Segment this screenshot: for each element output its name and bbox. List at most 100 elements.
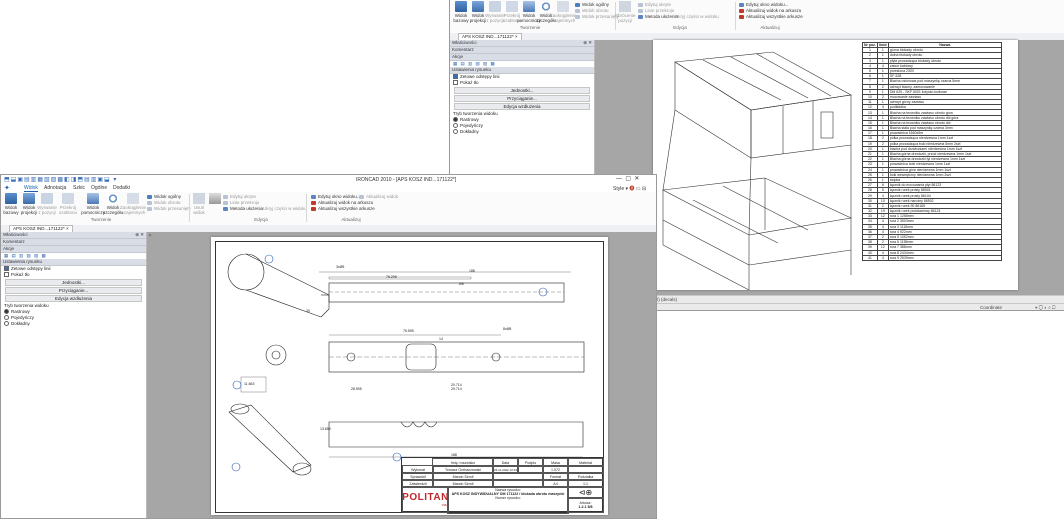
ribbon-button-widok-projekcji[interactable]: Widok projekcji <box>470 1 486 23</box>
style-selector[interactable]: Style ▾ ⓿ ▭ ⊟ <box>613 185 646 192</box>
linie-przekroju-option[interactable]: Linie przekroju <box>638 8 674 13</box>
detail-view-icon <box>107 193 119 204</box>
jednostki-button[interactable]: Jednostki... <box>5 279 142 286</box>
coordinate-label: Coordinate <box>980 305 1003 310</box>
metoda-ulozenia-option[interactable]: Metoda ułożenia <box>223 206 263 211</box>
ribbon-group-edycja: Edycja <box>254 217 268 222</box>
aktualizuj-widok-option[interactable]: Aktualizuj widok na arkuszu <box>739 8 801 13</box>
break-view-icon <box>41 193 53 204</box>
aktualizuj-widok-small[interactable]: Aktualizuj widok <box>359 194 398 199</box>
detail-view-icon <box>540 1 552 12</box>
metoda-ulozenia-option[interactable]: Metoda ułożenia <box>638 14 678 19</box>
ribbon-separator <box>735 2 736 30</box>
ribbon-button-obrocenie[interactable]: Usuń widok <box>192 193 206 215</box>
ukryj-czesci-option[interactable]: Ukryj części w widoku <box>675 14 719 19</box>
aktualizuj-wszystkie-option[interactable]: Aktualizuj wszystkie arkusze <box>311 206 375 211</box>
edytuj-okno-widoku-option[interactable]: Edytuj okno widoku... <box>311 194 361 199</box>
widok-ogolny-option[interactable]: Widok ogólny <box>575 2 609 7</box>
radio-dokladny[interactable]: Dokładny <box>1 321 146 327</box>
panel-pin-icon[interactable]: ⊕ ✕ <box>583 40 592 46</box>
checkbox-icon <box>453 74 458 80</box>
canvas-collapse-icon[interactable]: ^ <box>149 234 151 240</box>
dim-label: 8xØ5 <box>503 327 512 331</box>
tab-szkic[interactable]: Szkic <box>73 185 85 191</box>
window-controls[interactable]: — ▢ ✕ <box>616 175 639 182</box>
ribbon-button-przekroj[interactable]: Przekrój szablonu <box>59 193 77 215</box>
edycja-button[interactable]: Edycja wzdłużenia <box>5 295 142 302</box>
ribbon-group-aktualizuj: Aktualizuj <box>760 25 780 30</box>
update-view-icon <box>739 8 744 13</box>
dim-label: 13.659 <box>320 427 331 431</box>
document-tab[interactable]: APS KOSZ IND...171122* × <box>9 225 73 232</box>
aktualizuj-wszystkie-option[interactable]: Aktualizuj wszystkie arkusze <box>739 14 803 19</box>
widok-przesuniety-option[interactable]: Widok przesunięty <box>575 14 619 19</box>
radio-dokladny[interactable]: Dokładny <box>450 129 594 135</box>
close-icon[interactable]: × <box>515 34 518 39</box>
rotate-view-icon <box>147 200 152 205</box>
projection-view-icon <box>472 1 484 12</box>
tab-widok[interactable]: Widok <box>24 185 38 192</box>
ribbon-separator <box>189 194 190 222</box>
panel-section-ustawienia[interactable]: Ustawienia rysunku <box>1 259 146 266</box>
tab-adnotacja[interactable]: Adnotacja <box>44 185 66 191</box>
widok-przesuniety-option[interactable]: Widok przesunięty <box>147 206 191 211</box>
panel-section-akcje[interactable]: Akcje <box>1 246 146 253</box>
ribbon-button-przesun[interactable] <box>209 193 221 205</box>
linie-przekroju-option[interactable]: Linie przekroju <box>223 200 259 205</box>
ribbon-button-widok-szczegolu[interactable]: Widok szczegółu <box>103 193 123 215</box>
ribbon-button-wyrwanie[interactable]: Wyrwanie z pozycji <box>37 193 57 215</box>
tab-ogolne[interactable]: Ogólne <box>91 185 107 191</box>
panel-section-ustawienia[interactable]: Ustawienia rysunku <box>450 67 594 74</box>
aktualizuj-widok-option[interactable]: Aktualizuj widok na arkuszu <box>311 200 373 205</box>
panel-pin-icon[interactable]: ⊕ ✕ <box>135 232 144 238</box>
edycja-button[interactable]: Edycja wzdłużenia <box>454 103 590 110</box>
part-qty: 4 <box>876 254 889 261</box>
round-view-icon <box>557 1 569 12</box>
ribbon-button-widok-pomocniczy[interactable]: Widok pomocniczy <box>517 1 541 23</box>
edit-window-icon <box>311 194 316 199</box>
quick-access-toolbar[interactable]: ⬒⬓▣▤▥▦▧▨▩◧◨⬒▤▥▣⬓ ▾ <box>4 176 117 183</box>
dim-label: 11.663 <box>244 382 255 386</box>
ribbon-group-tworzenie: Tworzenie <box>90 217 112 222</box>
widok-obrotu-option[interactable]: Widok obrotu <box>575 8 609 13</box>
close-icon[interactable]: × <box>66 226 69 231</box>
window-title: IRONCAD 2010 - [APS KOSZ IND...171122*] <box>356 177 457 183</box>
document-tab[interactable]: APS KOSZ IND...171122* × <box>458 33 522 40</box>
panel-section-komentarz[interactable]: Komentarz <box>450 47 594 54</box>
przyciaganie-button[interactable]: Przyciąganie... <box>454 95 590 102</box>
ribbon-button-widok-projekcji[interactable]: Widok projekcji <box>21 193 37 215</box>
edytuj-okno-widoku-option[interactable]: Edytuj okno widoku... <box>739 2 789 7</box>
radio-icon <box>4 309 9 315</box>
ukryj-czesci-option[interactable]: Ukryj części w widoku <box>263 206 307 211</box>
tab-dodatki[interactable]: Dodatki <box>113 185 130 191</box>
panel-title: Właściwości ⊕ ✕ <box>1 232 146 239</box>
ribbon-button-obrocenie[interactable]: Obrócenie pozycji <box>615 1 635 23</box>
ribbon-button-widok-bazowy[interactable]: Widok bazowy <box>453 1 469 23</box>
checkbox-tlo[interactable]: Pokaż tło <box>450 80 594 86</box>
widok-obrotu-option[interactable]: Widok obrotu <box>147 200 181 205</box>
edit-hidden-icon <box>223 194 228 199</box>
widok-ogolny-option[interactable]: Widok ogólny <box>147 194 181 199</box>
dim-label: 3xØ5 <box>336 265 345 269</box>
view-tools[interactable]: ⌖ ◯ ◐ ⌕ ▢ <box>1035 304 1055 310</box>
panel-section-komentarz[interactable]: Komentarz <box>1 239 146 246</box>
ribbon-button-wyrwanie[interactable]: Wyrwanie z pozycji <box>485 1 505 23</box>
przyciaganie-button[interactable]: Przyciąganie... <box>5 287 142 294</box>
app-menu-icon[interactable]: ✦ <box>4 184 10 192</box>
checkbox-tlo[interactable]: Pokaż tło <box>1 272 146 278</box>
parts-table: Nr poz. Ilość Nazwa 1 1 górna blokady obro… <box>862 41 1002 261</box>
isometric-basket-drawing <box>662 51 853 290</box>
ribbon-button-widok-bazowy[interactable]: Widok bazowy <box>3 193 19 215</box>
move-view-icon <box>209 193 221 204</box>
panel-section-akcje[interactable]: Akcje <box>450 54 594 61</box>
dim-label: 76.206 <box>386 275 397 279</box>
parts-header-nr: Nr poz. <box>862 41 878 49</box>
ribbon-button-widok-pomocniczy[interactable]: Widok pomocniczy <box>81 193 105 215</box>
base-view-icon <box>455 1 467 12</box>
edytuj-ukryte-option[interactable]: Edytuj ukryte <box>638 2 671 7</box>
ribbon-button-zaokraglenie[interactable]: Zaokrąglenie wzajemnych <box>550 1 576 23</box>
edytuj-ukryte-option[interactable]: Edytuj ukryte <box>223 194 256 199</box>
jednostki-button[interactable]: Jednostki... <box>454 87 590 94</box>
dim-label: 30 <box>306 309 310 313</box>
ribbon-button-zaokraglenie[interactable]: Zaokrąglenie wzajemnych <box>120 193 146 215</box>
